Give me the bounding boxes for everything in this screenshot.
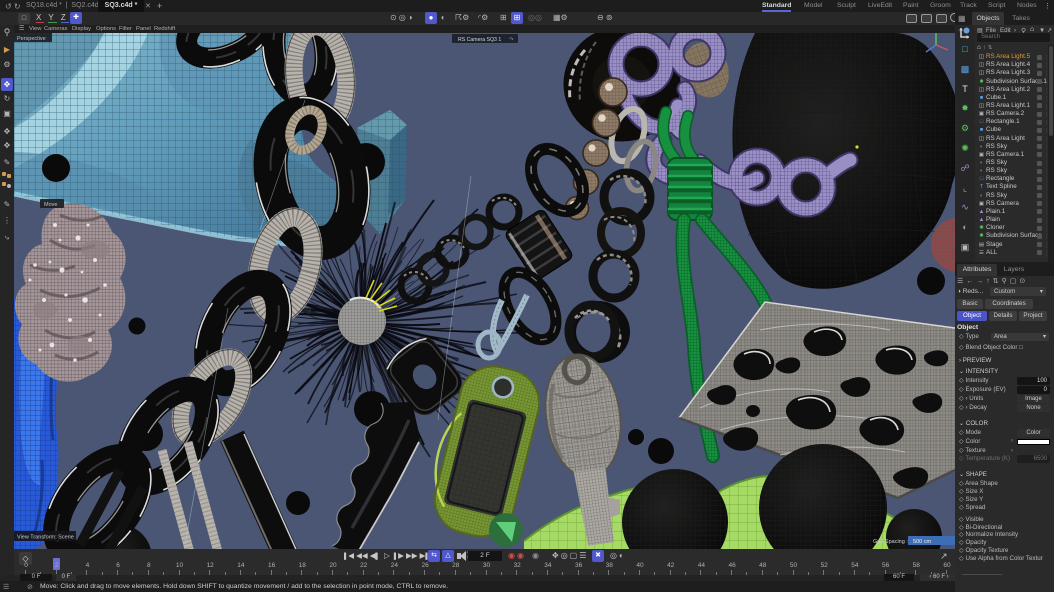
svg-text:↷: ↷ (509, 36, 514, 43)
svg-text:Grid Spacing :: Grid Spacing : (873, 539, 908, 545)
svg-text:500 cm: 500 cm (913, 539, 931, 545)
svg-text:Move: Move (44, 202, 57, 208)
svg-text:View Transform: Scene: View Transform: Scene (17, 535, 74, 541)
svg-text:Perspective: Perspective (17, 36, 46, 42)
svg-text:RS Camera SQ3 1: RS Camera SQ3 1 (458, 37, 501, 43)
